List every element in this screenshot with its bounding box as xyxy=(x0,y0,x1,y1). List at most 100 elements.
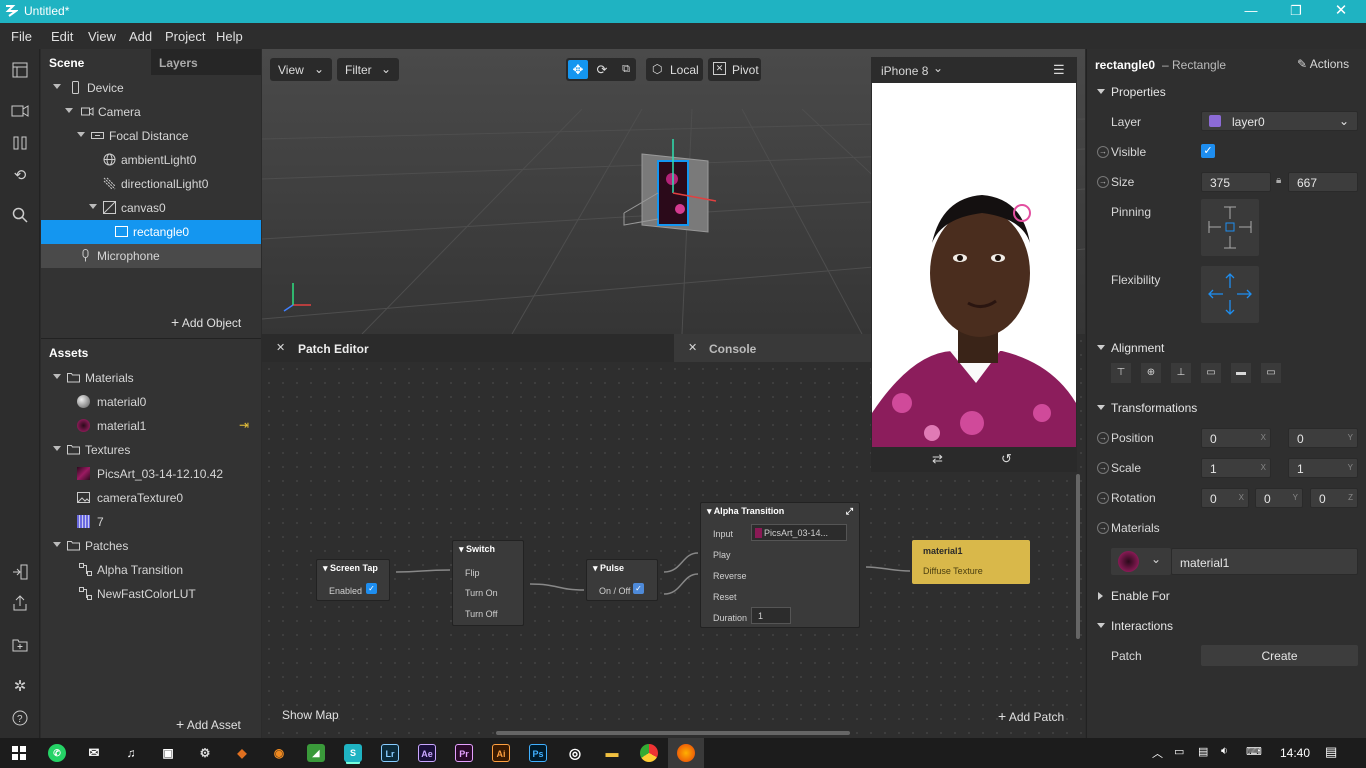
position-y-input[interactable]: 0Y xyxy=(1288,428,1358,448)
material-name-field[interactable]: material1 xyxy=(1171,548,1358,575)
asset-patch-alpha-transition[interactable]: Alpha Transition xyxy=(41,558,261,582)
chevron-up-icon[interactable]: ︿ xyxy=(1152,745,1163,761)
collapse-icon[interactable] xyxy=(1097,89,1105,94)
patch-node-alpha-transition[interactable]: ▾ Alpha Transition ⤢ Input PicsArt_03-14.… xyxy=(700,502,860,628)
minimize-button[interactable]: — xyxy=(1228,0,1274,23)
rotate-tool-icon[interactable]: ⟳ xyxy=(592,60,612,79)
local-toggle[interactable]: ⬡ Local xyxy=(646,58,703,81)
move-tool-icon[interactable]: ✥ xyxy=(568,60,588,79)
create-patch-button[interactable]: Create xyxy=(1201,645,1358,666)
enabled-checkbox[interactable]: ✓ xyxy=(366,583,377,594)
store-icon[interactable]: ▣ xyxy=(159,744,177,762)
view-dropdown[interactable]: View ⌄ xyxy=(270,58,332,81)
blender-icon[interactable]: ◉ xyxy=(270,744,288,762)
patch-port-icon[interactable]: → xyxy=(1097,176,1109,188)
scale-x-input[interactable]: 1X xyxy=(1201,458,1271,478)
expand-icon[interactable]: ⤢ xyxy=(846,506,853,517)
maximize-button[interactable]: ❐ xyxy=(1273,0,1319,23)
tree-item-rectangle[interactable]: rectangle0 xyxy=(41,220,261,244)
asset-folder-materials[interactable]: Materials xyxy=(41,366,261,390)
add-asset-button[interactable]: + Add Asset xyxy=(176,716,241,732)
patch-port-icon[interactable]: → xyxy=(1097,522,1109,534)
lightroom-icon[interactable]: Lr xyxy=(381,744,399,762)
tree-item-device[interactable]: Device xyxy=(41,76,261,100)
mail-icon[interactable]: ✉ xyxy=(85,744,103,762)
menu-help[interactable]: Help xyxy=(216,29,243,44)
layer-dropdown[interactable]: layer0 ⌄ xyxy=(1201,111,1358,131)
preview-screen[interactable] xyxy=(872,83,1076,447)
refresh-icon[interactable]: ⟲ xyxy=(10,165,30,185)
patch-port-icon[interactable]: → xyxy=(1097,492,1109,504)
actions-button[interactable]: ✎ Actions xyxy=(1297,57,1349,71)
asset-patch-fastcolorlut[interactable]: NewFastColorLUT xyxy=(41,582,261,606)
horizontal-scrollbar[interactable] xyxy=(496,731,850,735)
collapse-icon[interactable] xyxy=(1097,623,1105,628)
spark-green-icon[interactable]: ◢ xyxy=(307,744,325,762)
menu-add[interactable]: Add xyxy=(129,29,152,44)
spark-ar-icon[interactable]: S xyxy=(344,744,362,762)
notifications-icon[interactable]: ▤ xyxy=(1325,744,1337,760)
patch-port-icon[interactable]: → xyxy=(1097,432,1109,444)
section-properties[interactable]: Properties xyxy=(1111,85,1166,99)
menu-icon[interactable]: ☰ xyxy=(1053,62,1065,78)
asset-folder-patches[interactable]: Patches xyxy=(41,534,261,558)
pause-icon[interactable] xyxy=(10,133,30,153)
shield-app-icon[interactable]: ◆ xyxy=(233,744,251,762)
volume-icon[interactable]: 🔉︎ xyxy=(1221,745,1228,758)
tree-item-camera[interactable]: Camera xyxy=(41,100,261,124)
chevron-down-icon[interactable]: ⌄ xyxy=(933,61,943,75)
keyboard-icon[interactable]: ⌨ xyxy=(1246,745,1262,758)
illustrator-icon[interactable]: Ai xyxy=(492,744,510,762)
after-effects-icon[interactable]: Ae xyxy=(418,744,436,762)
bug-icon[interactable]: ✲ xyxy=(10,676,30,696)
pivot-toggle[interactable]: ✕ Pivot xyxy=(708,58,761,81)
asset-material1[interactable]: material1 ⇥ xyxy=(41,414,261,438)
tab-scene[interactable]: Scene xyxy=(41,49,149,75)
show-map-button[interactable]: Show Map xyxy=(282,708,339,722)
lock-icon[interactable]: 🔒︎ xyxy=(1276,175,1281,186)
tree-item-canvas[interactable]: canvas0 xyxy=(41,196,261,220)
add-folder-icon[interactable] xyxy=(10,635,30,655)
send-to-device-icon[interactable] xyxy=(10,562,30,582)
align-right-icon[interactable]: ▭ xyxy=(1261,363,1281,383)
camera-app-icon[interactable]: ◎ xyxy=(566,744,584,762)
audio-app-icon[interactable]: ♫ xyxy=(122,744,140,762)
patch-node-material[interactable]: material1 Diffuse Texture xyxy=(912,540,1030,584)
scale-y-input[interactable]: 1Y xyxy=(1288,458,1358,478)
menu-file[interactable]: File xyxy=(11,29,32,44)
file-explorer-icon[interactable]: ▬ xyxy=(603,744,621,762)
close-button[interactable]: ✕ xyxy=(1318,0,1364,23)
search-icon[interactable] xyxy=(10,205,30,225)
switch-camera-icon[interactable]: ⇄ xyxy=(932,451,943,467)
expand-icon[interactable] xyxy=(1098,592,1103,600)
align-center-icon[interactable]: ▬ xyxy=(1231,363,1251,383)
align-middle-icon[interactable]: ⊕ xyxy=(1141,363,1161,383)
patch-node-switch[interactable]: ▾ Switch Flip Turn On Turn Off xyxy=(452,540,524,626)
position-x-input[interactable]: 0X xyxy=(1201,428,1271,448)
asset-lut-7[interactable]: 7 xyxy=(41,510,261,534)
menu-view[interactable]: View xyxy=(88,29,116,44)
input-texture-dropdown[interactable]: PicsArt_03-14... xyxy=(751,524,847,541)
rotation-z-input[interactable]: 0Z xyxy=(1310,488,1358,508)
network-icon[interactable]: ▤ xyxy=(1198,745,1208,758)
section-enable-for[interactable]: Enable For xyxy=(1111,589,1170,603)
flexibility-widget[interactable] xyxy=(1201,266,1259,323)
windows-start-icon[interactable] xyxy=(12,746,26,760)
filter-dropdown[interactable]: Filter ⌄ xyxy=(337,58,399,81)
section-interactions[interactable]: Interactions xyxy=(1111,619,1173,633)
asset-material0[interactable]: material0 xyxy=(41,390,261,414)
photoshop-icon[interactable]: Ps xyxy=(529,744,547,762)
patch-node-pulse[interactable]: ▾ Pulse On / Off ✓ xyxy=(586,559,658,601)
firefox-icon[interactable] xyxy=(677,744,695,762)
tree-item-ambient-light[interactable]: ambientLight0 xyxy=(41,148,261,172)
settings-app-icon[interactable]: ⚙ xyxy=(196,744,214,762)
asset-folder-textures[interactable]: Textures xyxy=(41,438,261,462)
restart-icon[interactable]: ↺ xyxy=(1001,451,1012,467)
upload-icon[interactable] xyxy=(10,593,30,613)
patch-port-icon[interactable]: → xyxy=(1097,146,1109,158)
asset-texture-picsart[interactable]: PicsArt_03-14-12.10.42 xyxy=(41,462,261,486)
pinning-widget[interactable] xyxy=(1201,199,1259,256)
section-transformations[interactable]: Transformations xyxy=(1111,401,1197,415)
tab-layers[interactable]: Layers xyxy=(151,49,261,75)
whatsapp-icon[interactable]: ✆ xyxy=(48,744,66,762)
